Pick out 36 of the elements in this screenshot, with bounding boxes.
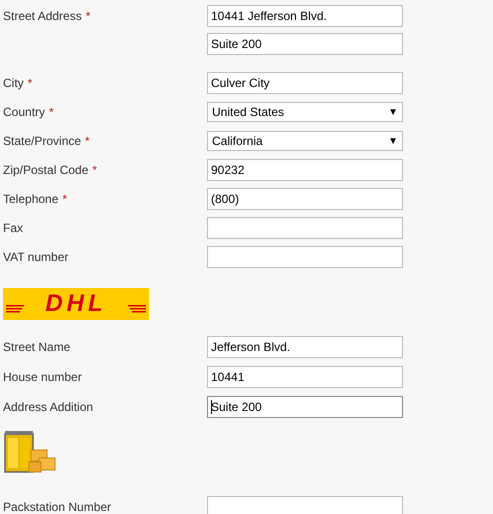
text-field[interactable]: Culver City <box>207 72 403 94</box>
required-mark: * <box>49 104 54 121</box>
text-field[interactable] <box>207 496 403 514</box>
text-cursor <box>211 400 212 414</box>
required-mark: * <box>92 162 98 179</box>
text-field[interactable]: Jefferson Blvd. <box>207 336 403 358</box>
field-label: Country <box>3 104 46 121</box>
text-field[interactable] <box>207 217 403 239</box>
text-field[interactable]: (800) <box>207 188 403 210</box>
field-label: Packstation Number <box>3 499 112 514</box>
required-mark: * <box>86 8 90 25</box>
field-label: Street Address <box>3 8 82 25</box>
field-label: Fax <box>3 220 24 237</box>
required-mark: * <box>28 75 32 92</box>
dropdown[interactable]: United States ▼ <box>207 102 403 122</box>
field-label: Zip/Postal Code <box>3 162 88 179</box>
text-field[interactable]: 10441 Jefferson Blvd. <box>207 5 403 27</box>
field-label: VAT number <box>3 249 68 266</box>
dropdown[interactable]: California ▼ <box>207 131 403 151</box>
field-label: House number <box>3 369 82 386</box>
field-label: Address Addition <box>3 399 94 416</box>
field-label: Street Name <box>3 339 70 356</box>
field-label: Telephone <box>3 191 58 208</box>
caret-icon: ▼ <box>388 104 398 120</box>
required-mark: * <box>85 133 90 150</box>
required-mark: * <box>62 191 68 208</box>
text-field[interactable] <box>207 246 403 268</box>
text-field[interactable]: Suite 200 <box>207 396 403 418</box>
parcel-locker-icon <box>3 428 57 476</box>
field-label: City <box>3 75 24 92</box>
field-label: State/Province <box>3 133 82 150</box>
text-field[interactable]: 90232 <box>207 159 403 181</box>
dhl-logo: DHL <box>3 288 149 320</box>
text-field[interactable]: 10441 <box>207 366 403 388</box>
caret-icon: ▼ <box>388 134 398 148</box>
text-field[interactable]: Suite 200 <box>207 33 403 55</box>
